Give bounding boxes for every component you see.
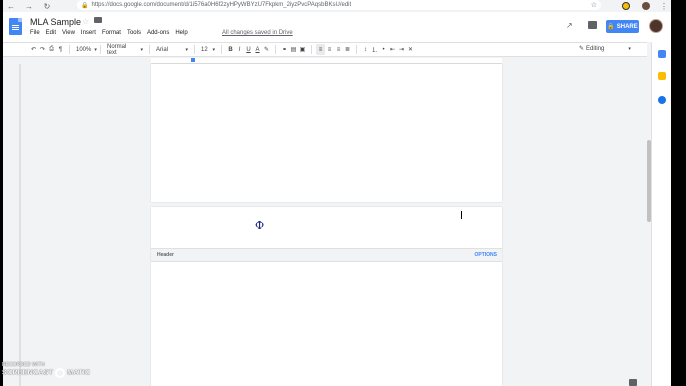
chrome-avatar[interactable]: [642, 2, 650, 10]
address-bar[interactable]: 🔒 https://docs.google.com/document/d/1i5…: [77, 0, 601, 10]
zoom-select[interactable]: 100%: [74, 47, 96, 53]
italic-icon[interactable]: I: [235, 44, 244, 55]
chevron-down-icon: ▾: [628, 45, 631, 52]
share-label: SHARE: [616, 23, 638, 30]
divider: [194, 45, 195, 54]
divider: [356, 45, 357, 54]
lock-small-icon: 🔒: [607, 24, 615, 30]
mouse-cursor-icon: Ф: [255, 219, 265, 232]
explore-icon[interactable]: [629, 379, 637, 386]
align-center-icon[interactable]: ≡: [325, 44, 334, 55]
header-bar: Header OPTIONS: [151, 248, 502, 262]
forward-icon[interactable]: →: [23, 0, 35, 12]
menu-tools[interactable]: Tools: [127, 30, 141, 36]
bulleted-list-icon[interactable]: •: [379, 44, 388, 55]
page[interactable]: Ф Header OPTIONS: [151, 207, 502, 386]
lock-icon: 🔒: [81, 2, 89, 9]
menu-format[interactable]: Format: [102, 30, 121, 36]
style-select[interactable]: Normal text: [105, 44, 145, 56]
calendar-icon[interactable]: [658, 50, 666, 58]
bold-icon[interactable]: B: [226, 44, 235, 55]
folder-icon[interactable]: [94, 17, 102, 23]
docs-logo-icon[interactable]: [9, 18, 22, 35]
print-icon[interactable]: ⎙: [47, 44, 56, 55]
paint-format-icon[interactable]: ¶: [56, 44, 65, 55]
text-color-icon[interactable]: A: [253, 44, 262, 55]
highlight-icon[interactable]: ✎: [262, 44, 271, 55]
browser-window: ← → ↻ 🔒 https://docs.google.com/document…: [3, 0, 671, 386]
menu-view[interactable]: View: [62, 30, 75, 36]
formatting-toolbar: ↶ ↷ ⎙ ¶ 100% Normal text Arial 12 B I U …: [3, 42, 647, 57]
underline-icon[interactable]: U: [244, 44, 253, 55]
extension-icon[interactable]: [622, 2, 630, 10]
url-text: https://docs.google.com/document/d/1i576…: [91, 2, 352, 8]
editing-mode-select[interactable]: ✎ Editing ▾: [579, 45, 631, 53]
header-label: Header: [157, 252, 174, 258]
share-button[interactable]: 🔒 SHARE: [606, 20, 639, 33]
undo-icon[interactable]: ↶: [29, 44, 38, 55]
divider: [69, 45, 70, 54]
profile-area: [642, 0, 650, 12]
image-icon[interactable]: ▣: [298, 44, 307, 55]
star-icon[interactable]: ☆: [82, 17, 89, 26]
font-select[interactable]: Arial: [154, 47, 190, 53]
numbered-list-icon[interactable]: ⒈: [370, 44, 379, 55]
watermark-brand-a: SCREENCAST: [2, 369, 54, 377]
extension-area: [622, 0, 630, 12]
avatar[interactable]: [649, 19, 663, 33]
clear-format-icon[interactable]: ✕: [406, 44, 415, 55]
more-vert-icon[interactable]: ⋮: [660, 2, 668, 11]
justify-icon[interactable]: ≣: [343, 44, 352, 55]
header-area[interactable]: Ф: [151, 207, 502, 248]
tasks-icon[interactable]: [658, 96, 666, 104]
back-icon[interactable]: ←: [5, 0, 17, 12]
side-panel: [651, 42, 671, 386]
page[interactable]: [151, 64, 502, 202]
watermark-line2: SCREENCAST MATIC: [2, 368, 90, 378]
divider: [311, 45, 312, 54]
indent-marker-icon[interactable]: [191, 58, 195, 62]
comment-add-icon[interactable]: ▤: [289, 44, 298, 55]
menu-bar: File Edit View Insert Format Tools Add-o…: [30, 30, 188, 36]
menu-help[interactable]: Help: [175, 30, 187, 36]
divider: [149, 45, 150, 54]
document-canvas: Ф Header OPTIONS: [3, 64, 647, 386]
save-status[interactable]: All changes saved in Drive: [222, 30, 293, 36]
chrome-menu: ⋮: [660, 0, 668, 12]
divider: [275, 45, 276, 54]
trend-icon[interactable]: ↗: [566, 21, 573, 30]
watermark-brand-b: MATIC: [67, 369, 91, 377]
keep-icon[interactable]: [658, 72, 666, 80]
menu-edit[interactable]: Edit: [46, 30, 56, 36]
menu-addons[interactable]: Add-ons: [147, 30, 169, 36]
vertical-ruler[interactable]: [19, 64, 21, 386]
align-left-icon[interactable]: ≡: [316, 44, 325, 55]
reload-icon[interactable]: ↻: [41, 0, 53, 12]
font-size-select[interactable]: 12: [199, 47, 217, 53]
recording-watermark: RECORDED WITH SCREENCAST MATIC: [2, 362, 90, 378]
document-title[interactable]: MLA Sample: [30, 17, 81, 27]
line-spacing-icon[interactable]: ↕: [361, 44, 370, 55]
redo-icon[interactable]: ↷: [38, 44, 47, 55]
indent-increase-icon[interactable]: ⇥: [397, 44, 406, 55]
header-options-link[interactable]: OPTIONS: [474, 252, 497, 258]
divider: [100, 45, 101, 54]
link-icon[interactable]: ⚭: [280, 44, 289, 55]
docs-header: MLA Sample ☆ File Edit View Insert Forma…: [3, 12, 671, 42]
screencast-logo-icon: [55, 368, 66, 378]
editing-label: Editing: [586, 45, 605, 52]
menu-file[interactable]: File: [30, 30, 40, 36]
pencil-icon: ✎: [579, 46, 585, 52]
menu-insert[interactable]: Insert: [81, 30, 96, 36]
bookmark-star-icon[interactable]: ☆: [591, 1, 597, 9]
divider: [221, 45, 222, 54]
indent-decrease-icon[interactable]: ⇤: [388, 44, 397, 55]
text-cursor: [461, 211, 462, 219]
comment-icon[interactable]: [588, 21, 597, 29]
align-right-icon[interactable]: ≡: [334, 44, 343, 55]
